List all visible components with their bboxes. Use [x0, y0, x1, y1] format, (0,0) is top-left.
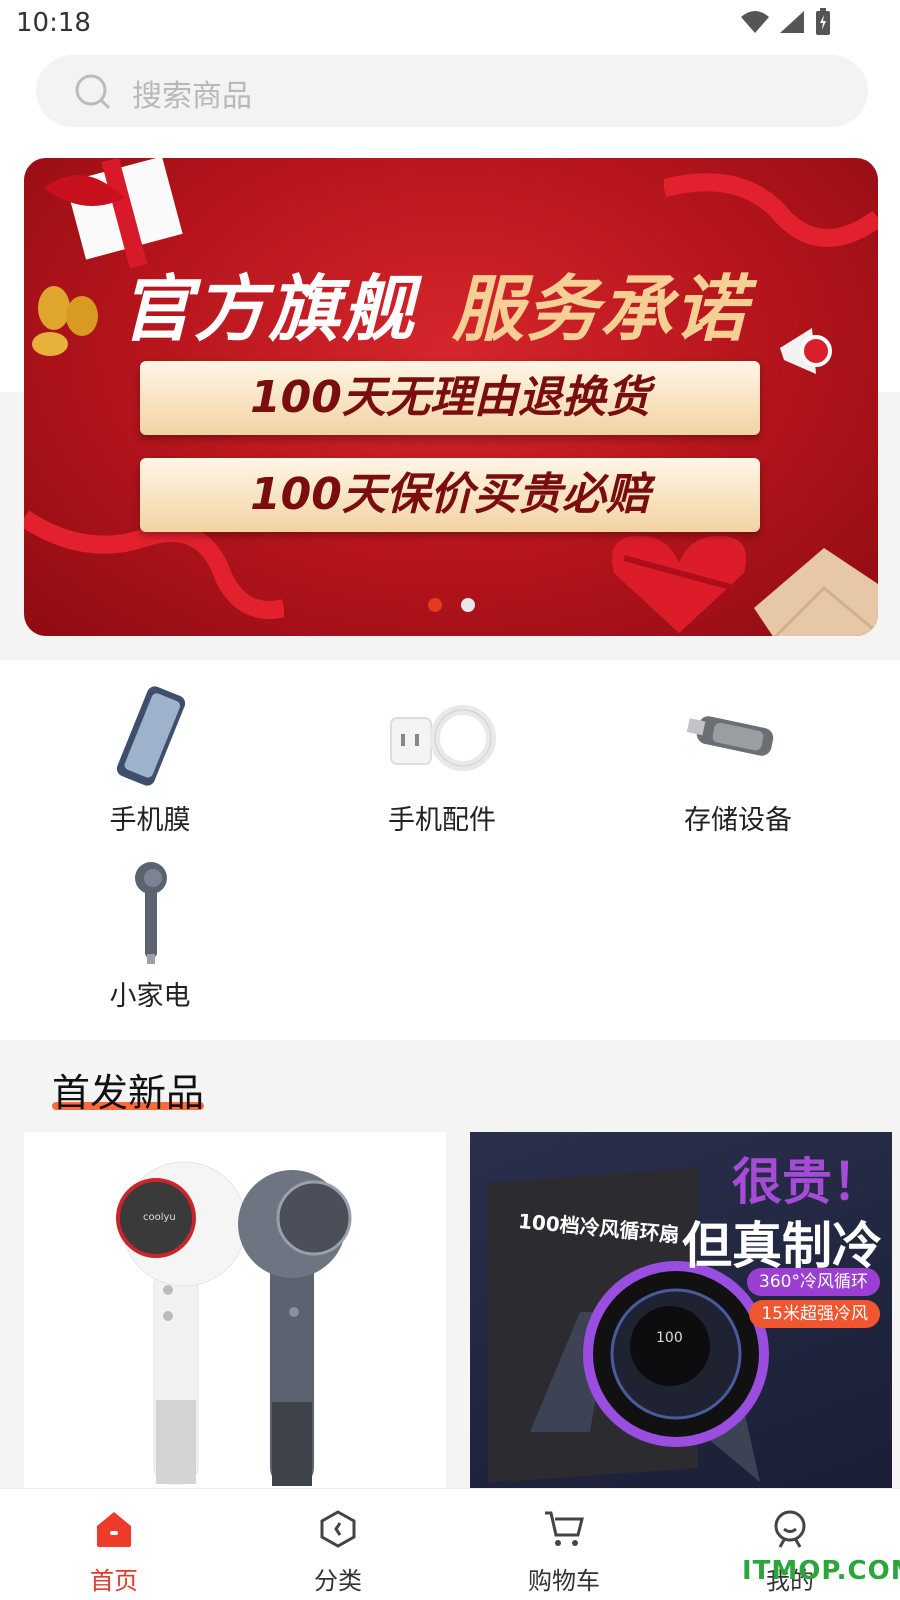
feature-pill: 15米超强冷风: [749, 1300, 880, 1328]
cart-icon: [545, 1511, 584, 1546]
category-label: 手机配件: [388, 805, 496, 836]
hair-dryer-icon: [95, 858, 205, 968]
gold-ingot-icon: [32, 286, 98, 356]
usb-drive-icon: [683, 682, 793, 792]
phone-film-icon: [95, 682, 205, 792]
status-bar: 10:18: [0, 0, 900, 52]
hair-dryer-product-image: [116, 1161, 352, 1486]
section-title: 首发新品: [52, 1062, 204, 1117]
status-time: 10:18: [16, 8, 91, 38]
category-small-appliances[interactable]: 小家电: [60, 858, 240, 1013]
category-phone-film[interactable]: 手机膜: [60, 682, 240, 837]
home-icon: [97, 1512, 131, 1547]
brand-label: coolyu: [143, 1212, 176, 1223]
carousel-dot[interactable]: [461, 598, 475, 612]
product-card[interactable]: 100 100档冷风循环扇 很贵！ 但真制冷 360°冷风循环 15米超强冷风: [470, 1132, 892, 1488]
search-placeholder: 搜索商品: [132, 79, 252, 114]
charger-icon: [387, 682, 497, 792]
section-title-text: 首发新品: [52, 1071, 205, 1115]
signal-icon: [780, 11, 804, 33]
tab-label: 购物车: [528, 1567, 600, 1595]
tab-home[interactable]: 首页: [44, 1507, 184, 1596]
tab-label: 分类: [314, 1567, 362, 1595]
banner-line-price: 100天保价买贵必赔: [140, 458, 760, 532]
heart-box-icon: [612, 535, 746, 633]
tab-label: 首页: [90, 1567, 138, 1595]
search-icon: [75, 74, 111, 110]
category-label: 手机膜: [109, 805, 191, 836]
svg-text:100: 100: [656, 1330, 683, 1346]
search-bar[interactable]: 搜索商品: [36, 55, 868, 127]
product-headline: 很贵！: [732, 1153, 882, 1211]
wifi-icon: [741, 11, 769, 33]
category-phone-accessories[interactable]: 手机配件: [352, 682, 532, 837]
product-card[interactable]: coolyu: [24, 1132, 446, 1488]
status-icons: [740, 8, 832, 36]
category-label: 小家电: [109, 981, 191, 1012]
banner-line-return: 100天无理由退换货: [140, 361, 760, 435]
feature-pill: 360°冷风循环: [747, 1268, 880, 1296]
category-storage[interactable]: 存储设备: [648, 682, 828, 837]
promo-banner[interactable]: 官方旗舰 服务承诺 100天无理由退换货 100天保价买贵必赔: [24, 158, 878, 636]
category-label: 存储设备: [684, 805, 792, 836]
carousel-dot-active[interactable]: [428, 598, 442, 612]
tab-cart[interactable]: 购物车: [494, 1507, 634, 1596]
banner-title: 官方旗舰 服务承诺: [120, 267, 749, 351]
category-grid: 手机膜 手机配件 存储设备 小家电: [0, 660, 900, 1040]
battery-icon: [816, 8, 830, 35]
envelope-icon: [754, 548, 878, 636]
watermark: ITMOP.COM: [742, 1556, 900, 1586]
megaphone-icon: [780, 328, 832, 374]
tab-category[interactable]: 分类: [268, 1507, 408, 1596]
profile-icon: [774, 1510, 806, 1548]
category-icon: [320, 1510, 356, 1548]
